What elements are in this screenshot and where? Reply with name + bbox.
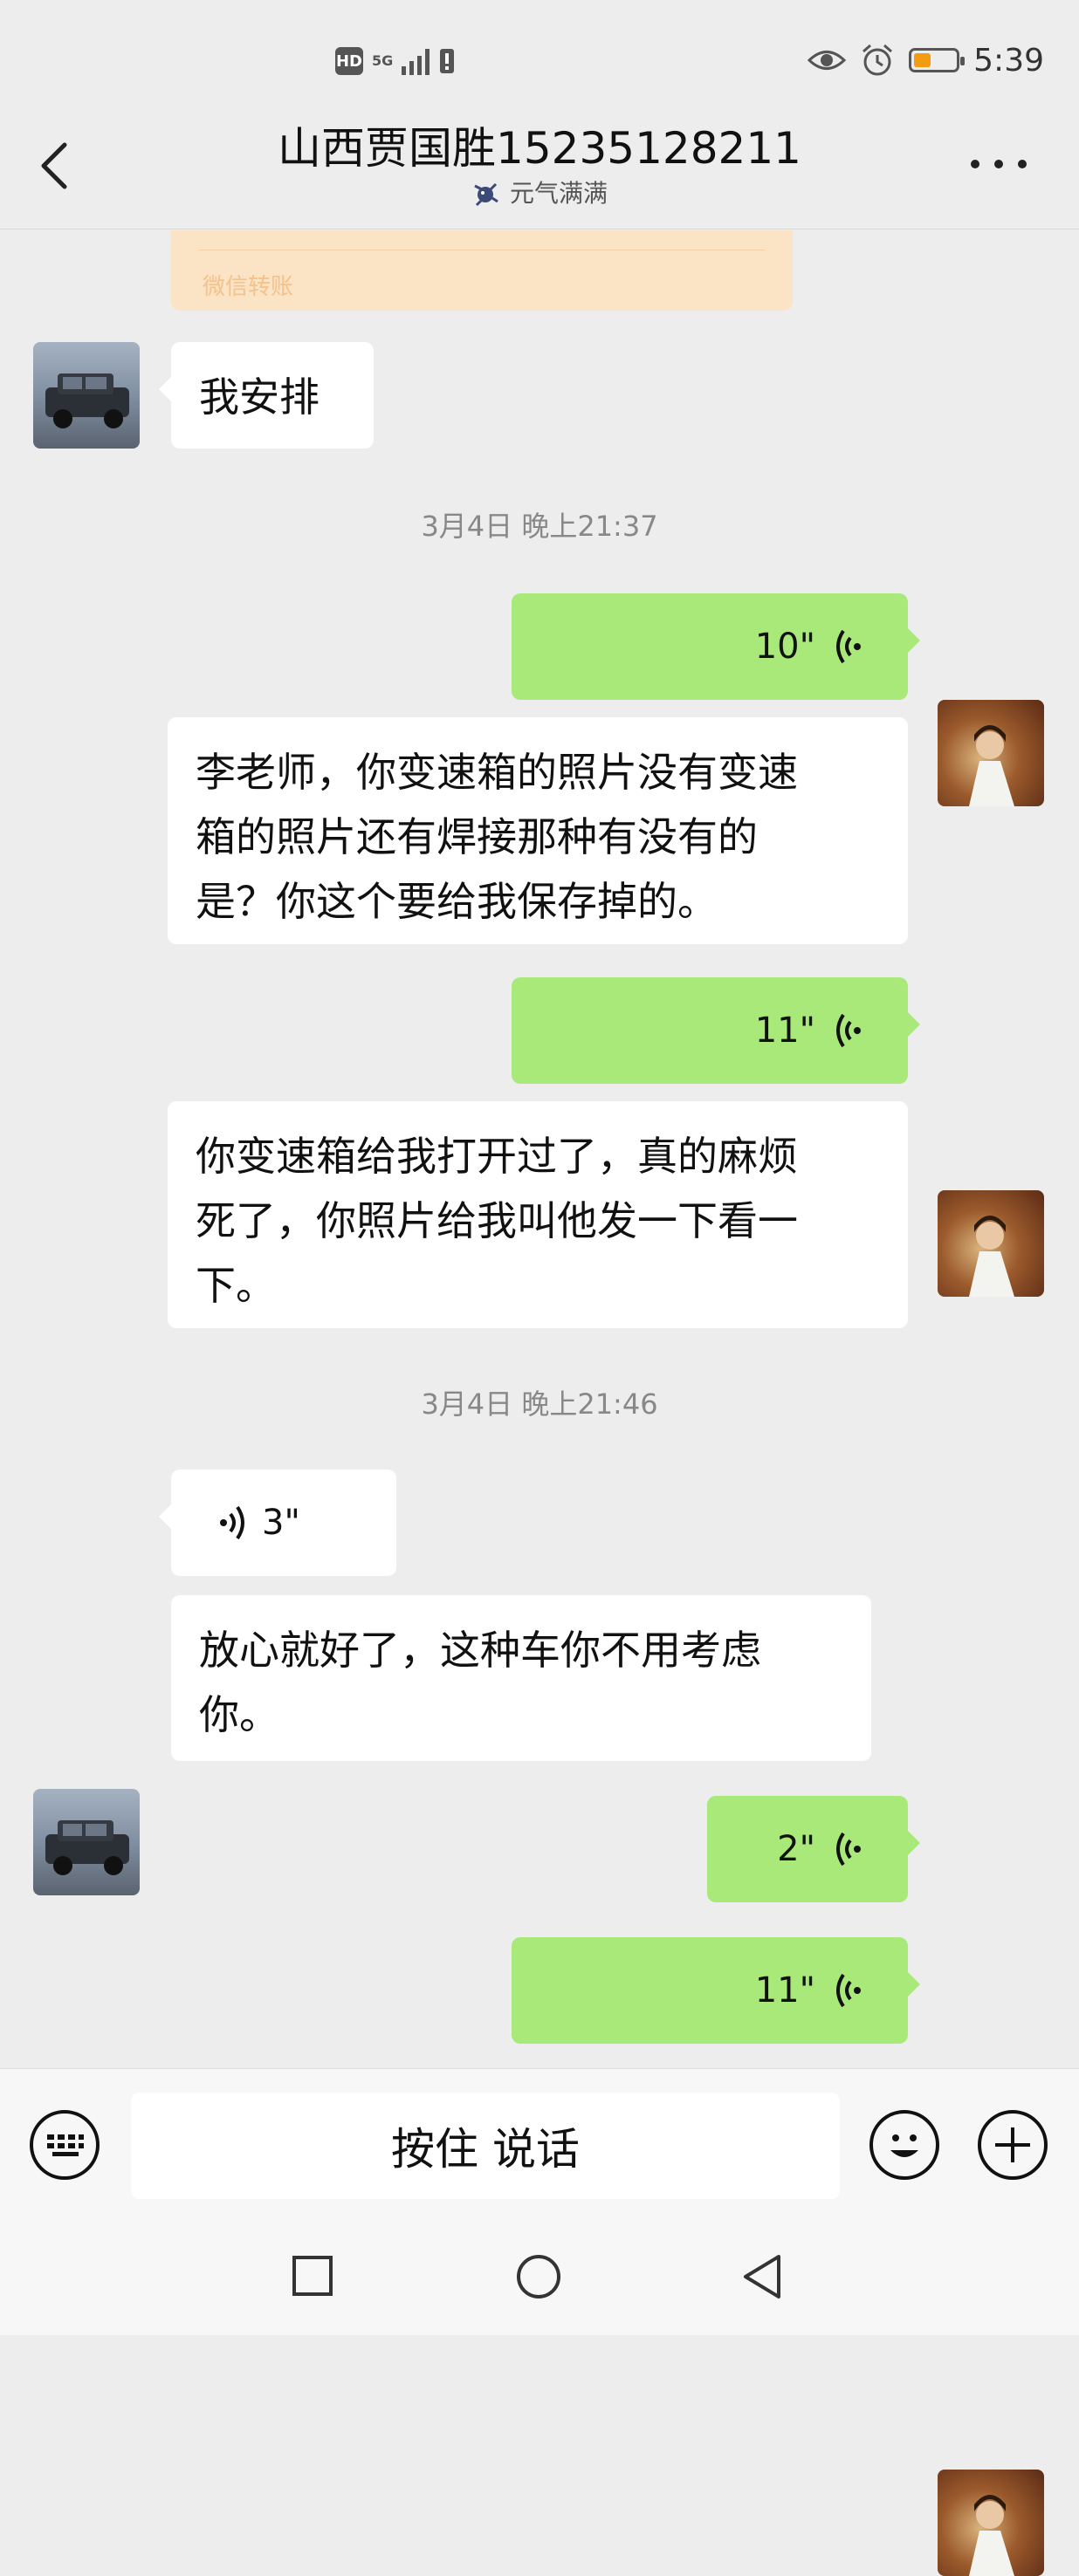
timestamp: 3月4日 晚上21:37 <box>421 510 658 543</box>
car-icon <box>45 373 129 428</box>
alarm-icon <box>863 44 893 76</box>
girl-photo-icon <box>969 1216 1014 1297</box>
header-divider <box>0 229 1079 230</box>
girl-photo-icon <box>969 2495 1014 2576</box>
voice-message[interactable]: 3" <box>159 1470 396 1576</box>
triangle-nav-icon[interactable] <box>740 2253 784 2300</box>
hold-to-talk-button[interactable]: 按住 说话 <box>131 2093 840 2199</box>
hd-badge: HD <box>335 47 363 75</box>
network-type: 5G <box>372 52 394 69</box>
transcript-line: 死了，你照片给我叫他发一下看一 <box>196 1197 798 1244</box>
status-bar: HD 5G 5:39 <box>0 0 1079 122</box>
contact-avatar[interactable] <box>33 1789 140 1895</box>
timestamp: 3月4日 晚上21:46 <box>421 1387 658 1421</box>
subtitle-text: 元气满满 <box>509 179 608 208</box>
voice-duration: 11" <box>754 1970 815 2011</box>
chat-title: 山西贾国胜15235128211 <box>278 123 801 174</box>
circle-nav-icon[interactable] <box>515 2253 562 2300</box>
transcript-line: 你变速箱给我打开过了，真的麻烦 <box>196 1133 798 1180</box>
transcript-line: 是？你这个要给我保存掉的。 <box>196 878 718 925</box>
voice-message[interactable]: 11" <box>512 977 920 1084</box>
transfer-label: 微信转账 <box>203 274 294 300</box>
eye-icon <box>808 51 847 70</box>
voice-wave-icon <box>220 1505 244 1540</box>
message-bubble[interactable]: 我安排 <box>159 342 374 449</box>
alert-icon <box>440 49 455 73</box>
voice-duration: 2" <box>777 1829 815 1869</box>
status-right-icons: 5:39 <box>808 38 1044 82</box>
voice-duration: 3" <box>262 1503 300 1543</box>
voice-message[interactable]: 11" <box>512 1937 920 2044</box>
square-nav-icon[interactable] <box>292 2255 333 2297</box>
my-avatar[interactable] <box>938 2470 1044 2576</box>
voice-duration: 11" <box>754 1011 815 1051</box>
voice-wave-icon <box>836 629 861 664</box>
plus-glyph <box>995 2127 1030 2162</box>
back-arrow-icon[interactable] <box>35 140 79 192</box>
voice-transcript[interactable]: 放心就好了，这种车你不用考虑 你。 <box>171 1595 871 1761</box>
plus-icon[interactable] <box>978 2110 1048 2180</box>
emoji-glyph <box>890 2134 918 2157</box>
keyboard-icon[interactable] <box>30 2110 100 2180</box>
message-text: 我安排 <box>199 373 320 421</box>
keyboard-glyph <box>47 2134 84 2156</box>
signal-icon <box>402 47 430 75</box>
transcript-line: 你。 <box>199 1691 279 1738</box>
status-time: 5:39 <box>973 42 1044 79</box>
chat-subtitle: 元气满满 <box>175 175 904 209</box>
voice-message[interactable]: 2" <box>707 1796 920 1902</box>
voice-transcript[interactable]: 你变速箱给我打开过了，真的麻烦 死了，你照片给我叫他发一下看一 下。 <box>168 1101 908 1328</box>
battery-icon <box>909 48 966 72</box>
my-avatar[interactable] <box>938 1190 1044 1297</box>
mascot-icon <box>474 182 498 207</box>
transcript-line: 李老师，你变速箱的照片没有变速 <box>196 749 798 796</box>
voice-wave-icon <box>836 1973 861 2008</box>
girl-photo-icon <box>969 725 1014 806</box>
emoji-icon[interactable] <box>869 2110 939 2180</box>
car-icon <box>45 1820 129 1875</box>
transcript-line: 箱的照片还有焊接那种有没有的 <box>196 813 758 860</box>
voice-wave-icon <box>836 1013 861 1048</box>
more-icon[interactable] <box>971 155 1027 173</box>
contact-avatar[interactable] <box>33 342 140 449</box>
voice-transcript[interactable]: 李老师，你变速箱的照片没有变速 箱的照片还有焊接那种有没有的 是？你这个要给我保… <box>168 717 908 944</box>
voice-wave-icon <box>836 1832 861 1867</box>
status-left-icons: HD 5G <box>335 44 456 79</box>
my-avatar[interactable] <box>938 700 1044 806</box>
transcript-line: 下。 <box>196 1262 276 1309</box>
transcript-line: 放心就好了，这种车你不用考虑 <box>199 1627 761 1674</box>
voice-message[interactable]: 10" <box>512 593 920 700</box>
voice-duration: 10" <box>754 627 815 667</box>
